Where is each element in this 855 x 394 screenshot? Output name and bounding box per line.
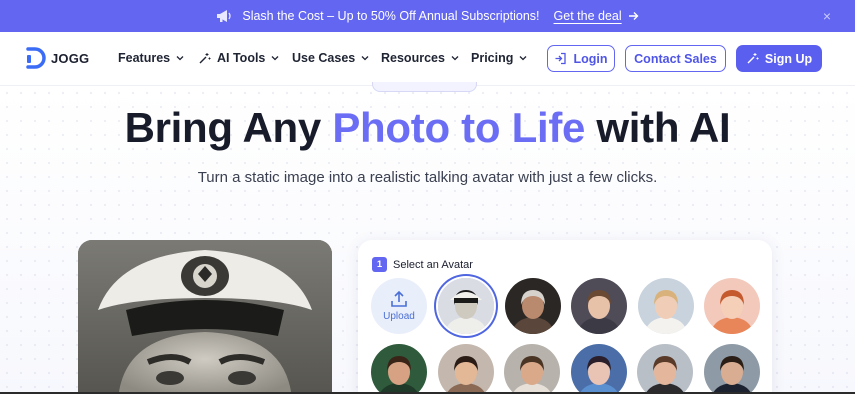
menu-item-pricing[interactable]: Pricing (471, 51, 531, 65)
avatar-woman-neon[interactable] (570, 344, 627, 394)
avatar-portrait (371, 344, 427, 394)
promo-banner: Slash the Cost – Up to 50% Off Annual Su… (0, 0, 855, 32)
sign-up-button[interactable]: Sign Up (736, 45, 822, 72)
avatar-woman-long-hair[interactable] (571, 278, 627, 334)
hero-title-part1: Bring Any (124, 104, 333, 151)
avatar-blonde-woman[interactable] (637, 278, 694, 334)
menu-item-features[interactable]: Features (118, 51, 198, 65)
menu-item-use-cases[interactable]: Use Cases (292, 51, 381, 65)
avatar-selection-panel: 1 Select an Avatar Upload (358, 240, 772, 394)
sign-up-label: Sign Up (764, 51, 813, 66)
step-number-badge: 1 (372, 257, 387, 272)
logo-text: JOGG (51, 50, 90, 66)
login-icon (555, 52, 567, 65)
hero-title-accent: Photo to Life (332, 104, 586, 151)
vintage-sailor-photo (78, 240, 332, 394)
menu-label: Pricing (471, 51, 514, 65)
arrow-right-icon (628, 12, 639, 20)
chevron-down-icon (271, 56, 279, 61)
promo-text: Slash the Cost – Up to 50% Off Annual Su… (242, 9, 540, 23)
avatar-young-man[interactable] (504, 344, 560, 394)
avatar-portrait (504, 344, 560, 394)
main-menu: Features AI Tools Use Cases Resources Pr… (118, 51, 531, 65)
uploaded-photo-preview (78, 240, 332, 394)
avatar-portrait (637, 278, 694, 334)
avatar-portrait (637, 344, 693, 394)
avatar-brunette-woman[interactable] (637, 344, 693, 394)
hero-section: Bring Any Photo to Life with AI Turn a s… (0, 82, 855, 394)
avatar-portrait (504, 278, 561, 334)
avatar-portrait (570, 344, 627, 394)
hero-title: Bring Any Photo to Life with AI (0, 104, 855, 152)
get-deal-label: Get the deal (553, 9, 622, 23)
chevron-down-icon (176, 56, 184, 61)
avatar-portrait (704, 278, 760, 334)
contact-sales-button[interactable]: Contact Sales (625, 45, 726, 72)
avatar-dark-hair-woman[interactable] (437, 344, 494, 394)
menu-label: Use Cases (292, 51, 356, 65)
hero-tag-pill (372, 82, 477, 92)
top-navigation: JOGG Features AI Tools Use Cases Resourc… (0, 32, 855, 86)
login-label: Login (573, 51, 608, 66)
get-deal-link[interactable]: Get the deal (554, 9, 639, 23)
avatar-portrait (571, 278, 627, 334)
magic-wand-icon (199, 52, 211, 63)
avatar-portrait (703, 344, 760, 394)
menu-label: Resources (381, 51, 445, 65)
close-banner-icon[interactable]: × (823, 8, 831, 24)
megaphone-icon (217, 10, 232, 22)
chevron-down-icon (361, 56, 369, 61)
jogg-logo-icon (26, 47, 46, 69)
upload-label: Upload (383, 311, 415, 322)
hero-subtitle: Turn a static image into a realistic tal… (197, 169, 658, 186)
avatar-elderly-woman[interactable] (504, 278, 561, 334)
upload-avatar-button[interactable]: Upload (371, 278, 427, 334)
step-header: 1 Select an Avatar (372, 257, 473, 272)
avatar-smiling-woman[interactable] (371, 344, 427, 394)
menu-item-resources[interactable]: Resources (381, 51, 471, 65)
step-label: Select an Avatar (393, 258, 473, 271)
avatar-portrait (437, 344, 494, 394)
avatar-cartoon-girl[interactable] (704, 278, 760, 334)
upload-icon (391, 290, 407, 307)
logo[interactable]: JOGG (25, 46, 89, 70)
avatar-vintage-sailor[interactable] (438, 278, 494, 334)
contact-sales-label: Contact Sales (634, 51, 717, 66)
chevron-down-icon (519, 56, 527, 61)
avatar-man-suit[interactable] (703, 344, 760, 394)
hero-title-part2: with AI (585, 104, 731, 151)
avatar-portrait (438, 278, 494, 334)
login-button[interactable]: Login (547, 45, 615, 72)
menu-label: AI Tools (217, 51, 266, 65)
magic-wand-icon (747, 53, 759, 64)
menu-label: Features (118, 51, 171, 65)
menu-item-ai-tools[interactable]: AI Tools (198, 51, 292, 65)
chevron-down-icon (451, 56, 459, 61)
